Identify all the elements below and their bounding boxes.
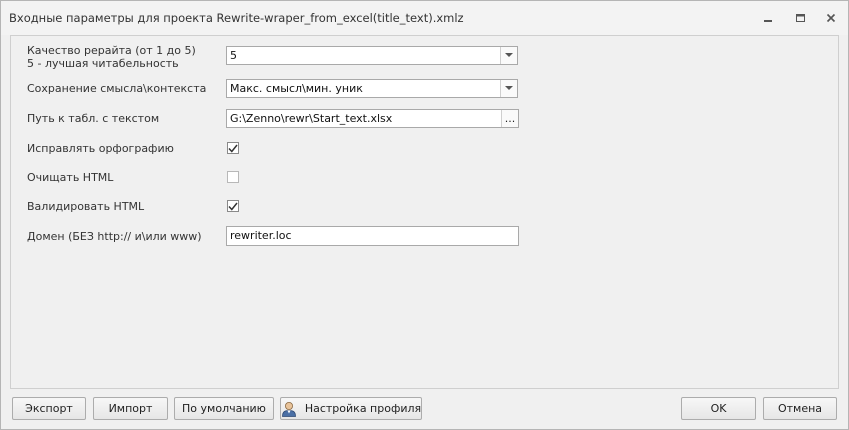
window-title: Входные параметры для проекта Rewrite-wr… (9, 11, 464, 25)
quality-label-line1: Качество рерайта (от 1 до 5) (27, 44, 196, 57)
default-button[interactable]: По умолчанию (174, 397, 274, 420)
restore-icon[interactable] (791, 10, 809, 26)
parameters-panel: Качество рерайта (от 1 до 5) 5 - лучшая … (10, 35, 839, 389)
checkmark-icon (228, 144, 238, 153)
title-bar: Входные параметры для проекта Rewrite-wr… (1, 1, 848, 35)
quality-label: Качество рерайта (от 1 до 5) 5 - лучшая … (27, 44, 196, 70)
dialog-window: Входные параметры для проекта Rewrite-wr… (0, 0, 849, 430)
path-label: Путь к табл. с текстом (27, 112, 160, 125)
export-button[interactable]: Экспорт (12, 397, 86, 420)
cancel-button[interactable]: Отмена (763, 397, 837, 420)
profile-settings-label: Настройка профиля (304, 402, 422, 415)
chevron-down-icon[interactable] (500, 80, 517, 97)
close-icon[interactable] (822, 10, 840, 26)
domain-label: Домен (БЕЗ http:// и\или www) (27, 230, 202, 243)
validate-html-checkbox[interactable] (227, 200, 239, 212)
user-profile-icon (281, 401, 297, 417)
chevron-down-icon[interactable] (500, 47, 517, 64)
profile-settings-button[interactable]: Настройка профиля (280, 397, 422, 420)
spelling-label: Исправлять орфографию (27, 142, 174, 155)
spelling-checkbox[interactable] (227, 142, 239, 154)
import-button[interactable]: Импорт (93, 397, 168, 420)
quality-value: 5 (230, 49, 237, 62)
meaning-value: Макс. смысл\мин. уник (230, 82, 363, 95)
domain-input[interactable]: rewriter.loc (226, 226, 519, 246)
path-input[interactable]: G:\Zenno\rewr\Start_text.xlsx ... (226, 109, 519, 128)
quality-select[interactable]: 5 (226, 46, 518, 65)
path-value: G:\Zenno\rewr\Start_text.xlsx (230, 112, 393, 125)
ok-button[interactable]: OK (681, 397, 756, 420)
meaning-label: Сохранение смысла\контекста (27, 82, 207, 95)
checkmark-icon (228, 202, 238, 211)
clean-html-checkbox[interactable] (227, 171, 239, 183)
validate-html-label: Валидировать HTML (27, 200, 145, 213)
clean-html-label: Очищать HTML (27, 171, 114, 184)
minimize-icon[interactable] (759, 10, 777, 26)
quality-label-line2: 5 - лучшая читабельность (27, 57, 179, 70)
meaning-select[interactable]: Макс. смысл\мин. уник (226, 79, 518, 98)
browse-button[interactable]: ... (501, 110, 518, 127)
